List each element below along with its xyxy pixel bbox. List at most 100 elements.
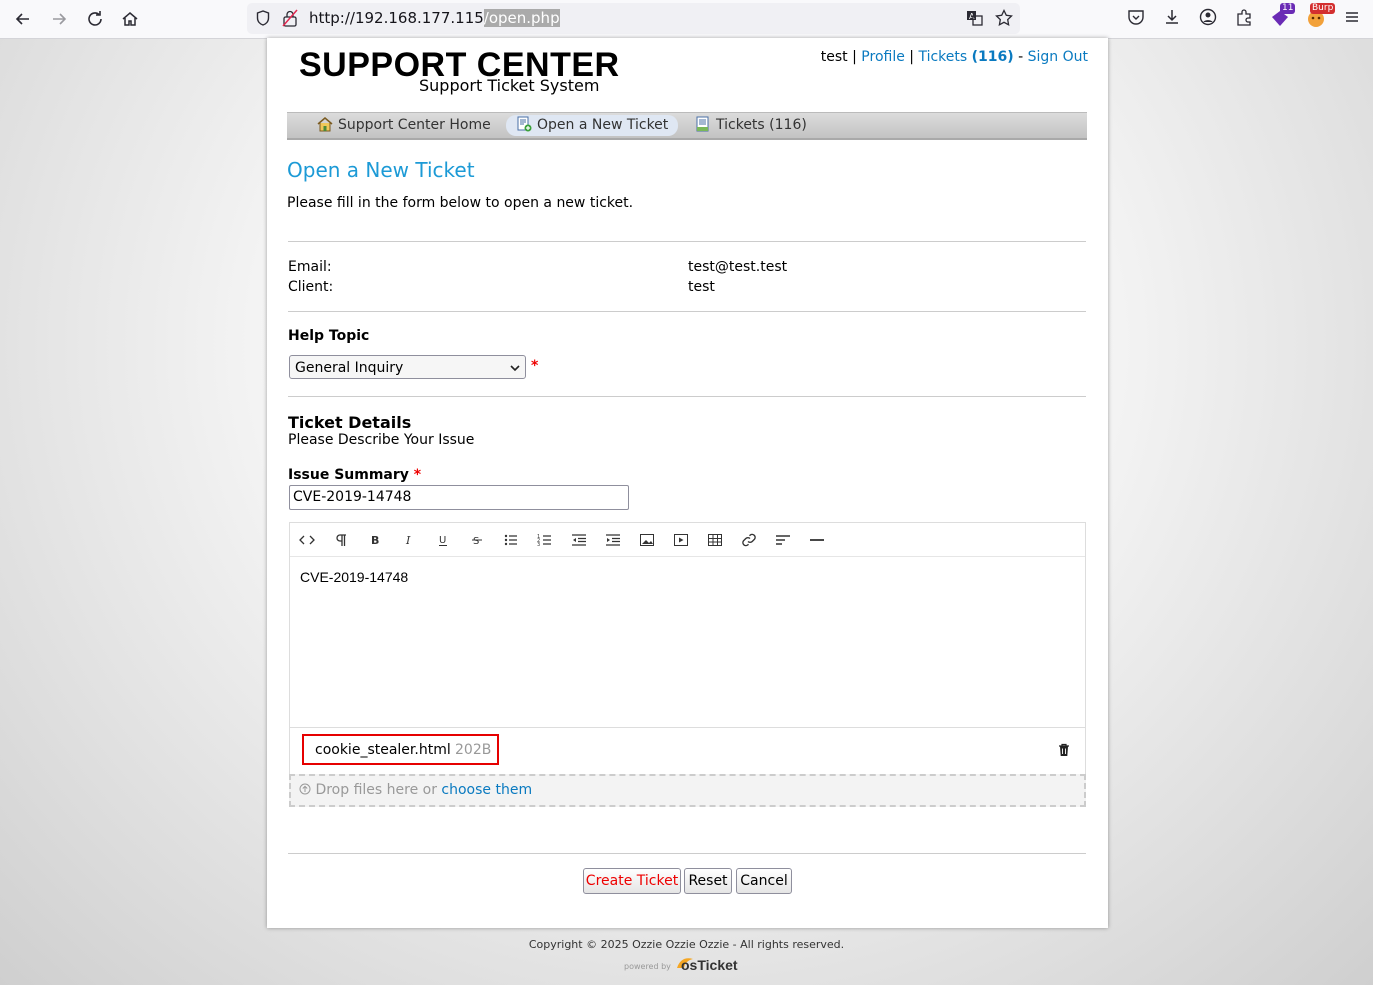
nav-item-label: Tickets (116)	[716, 117, 807, 133]
italic-icon[interactable]: I	[401, 532, 417, 548]
editor-toolbar: B I U S 123	[290, 523, 1085, 557]
extension-shield-icon[interactable]: 11	[1270, 3, 1296, 28]
attachment-row: cookie_stealer.html 202B	[290, 727, 1085, 774]
download-icon[interactable]	[1162, 8, 1182, 28]
page-container: SUPPORT CENTER Support Ticket System tes…	[267, 38, 1108, 928]
issue-summary-input[interactable]: CVE-2019-14748	[289, 485, 629, 510]
svg-text:B: B	[371, 534, 379, 547]
rich-text-editor: B I U S 123 CVE-2019-14748 cookie_steale…	[289, 522, 1086, 807]
powered-by-text: powered by	[624, 962, 671, 971]
user-name: test	[820, 49, 848, 65]
editor-content[interactable]: CVE-2019-14748	[300, 569, 408, 585]
home-icon[interactable]	[119, 8, 141, 30]
user-bar: test | Profile | Tickets (116) - Sign Ou…	[821, 49, 1088, 65]
horizontal-rule-icon[interactable]	[809, 532, 825, 548]
extensions-icon[interactable]	[1234, 8, 1254, 28]
nav-item-label: Open a New Ticket	[537, 117, 669, 133]
cancel-button[interactable]: Cancel	[736, 868, 792, 894]
chevron-down-icon	[510, 365, 520, 372]
account-icon[interactable]	[1198, 8, 1218, 28]
forward-icon[interactable]	[48, 8, 70, 30]
issue-summary-label: Issue Summary *	[288, 467, 421, 483]
link-icon[interactable]	[741, 532, 757, 548]
attachment-file[interactable]: cookie_stealer.html 202B	[302, 734, 499, 765]
insecure-lock-icon[interactable]	[282, 9, 298, 27]
indent-icon[interactable]	[605, 532, 621, 548]
profile-link[interactable]: Profile	[861, 49, 905, 65]
email-label: Email:	[288, 259, 332, 275]
divider	[288, 853, 1086, 854]
main-nav: Support Center Home Open a New Ticket Ti…	[287, 112, 1087, 140]
page-title: Open a New Ticket	[287, 158, 475, 182]
powered-by-logo[interactable]: powered by osTicket	[624, 956, 738, 976]
email-value: test@test.test	[688, 259, 788, 275]
dropzone-label: Drop files here or	[315, 782, 437, 798]
ticket-details-heading: Ticket Details	[288, 413, 412, 432]
help-topic-label: Help Topic	[288, 328, 370, 344]
issue-summary-label-text: Issue Summary	[288, 467, 409, 483]
outdent-icon[interactable]	[571, 532, 587, 548]
underline-icon[interactable]: U	[435, 532, 451, 548]
divider	[288, 396, 1086, 397]
bookmark-star-icon[interactable]	[994, 8, 1014, 29]
url-host: http://192.168.177.115	[309, 9, 484, 27]
separator: |	[909, 49, 914, 65]
intro-text: Please fill in the form below to open a …	[287, 195, 634, 211]
separator: |	[852, 49, 857, 65]
svg-text:3: 3	[537, 542, 540, 548]
nav-item-label: Support Center Home	[338, 117, 491, 133]
video-icon[interactable]	[673, 532, 689, 548]
menu-icon[interactable]	[1342, 8, 1362, 28]
svg-text:U: U	[439, 535, 446, 546]
paragraph-icon[interactable]	[333, 532, 349, 548]
tickets-link-label: Tickets	[918, 49, 968, 65]
reload-icon[interactable]	[84, 8, 106, 30]
url-text[interactable]: http://192.168.177.115/open.php	[309, 9, 560, 27]
new-ticket-icon	[517, 116, 532, 132]
back-icon[interactable]	[12, 8, 34, 30]
address-bar[interactable]: http://192.168.177.115/open.php A	[247, 3, 1020, 34]
client-label: Client:	[288, 279, 334, 295]
dropzone-text: Drop files here or choose them	[299, 782, 532, 798]
create-ticket-button[interactable]: Create Ticket	[583, 868, 681, 894]
align-left-icon[interactable]	[775, 532, 791, 548]
nav-item-new-ticket[interactable]: Open a New Ticket	[506, 115, 679, 136]
reset-button[interactable]: Reset	[684, 868, 732, 894]
numbered-list-icon[interactable]: 123	[537, 532, 553, 548]
nav-item-tickets[interactable]: Tickets (116)	[695, 115, 807, 136]
help-topic-value: General Inquiry	[295, 360, 404, 376]
html-code-icon[interactable]	[299, 532, 315, 548]
required-asterisk: *	[413, 467, 422, 483]
table-icon[interactable]	[707, 532, 723, 548]
separator: -	[1018, 49, 1024, 65]
trash-icon[interactable]	[1058, 743, 1070, 757]
tickets-link[interactable]: Tickets (116)	[918, 49, 1013, 65]
strikethrough-icon[interactable]: S	[469, 532, 485, 548]
svg-text:S: S	[473, 536, 479, 547]
required-asterisk: *	[531, 358, 539, 374]
logo-subtitle: Support Ticket System	[419, 76, 600, 95]
translate-icon[interactable]: A	[965, 9, 985, 29]
client-value: test	[688, 279, 715, 295]
url-path: /open.php	[483, 9, 560, 27]
help-topic-select[interactable]: General Inquiry	[289, 355, 526, 379]
bold-icon[interactable]: B	[367, 532, 383, 548]
choose-files-link[interactable]: choose them	[441, 782, 532, 798]
signout-link[interactable]: Sign Out	[1028, 49, 1088, 65]
image-icon[interactable]	[639, 532, 655, 548]
ticket-details-subtitle: Please Describe Your Issue	[288, 432, 475, 448]
browser-toolbar: http://192.168.177.115/open.php A 11 Bur…	[0, 0, 1373, 39]
shield-icon[interactable]	[256, 10, 270, 26]
extension-badge: 11	[1280, 3, 1296, 14]
nav-item-home[interactable]: Support Center Home	[317, 115, 491, 136]
file-dropzone[interactable]: Drop files here or choose them	[289, 774, 1086, 807]
burp-extension-icon[interactable]: Burp	[1306, 3, 1336, 28]
bullet-list-icon[interactable]	[503, 532, 519, 548]
osticket-brand: osTicket	[681, 957, 738, 973]
attachment-size: 202B	[455, 742, 492, 758]
tickets-count: (116)	[971, 49, 1014, 65]
divider	[288, 311, 1086, 312]
pocket-icon[interactable]	[1126, 8, 1146, 28]
footer-copyright: Copyright © 2025 Ozzie Ozzie Ozzie - All…	[528, 938, 845, 951]
divider	[288, 241, 1086, 242]
